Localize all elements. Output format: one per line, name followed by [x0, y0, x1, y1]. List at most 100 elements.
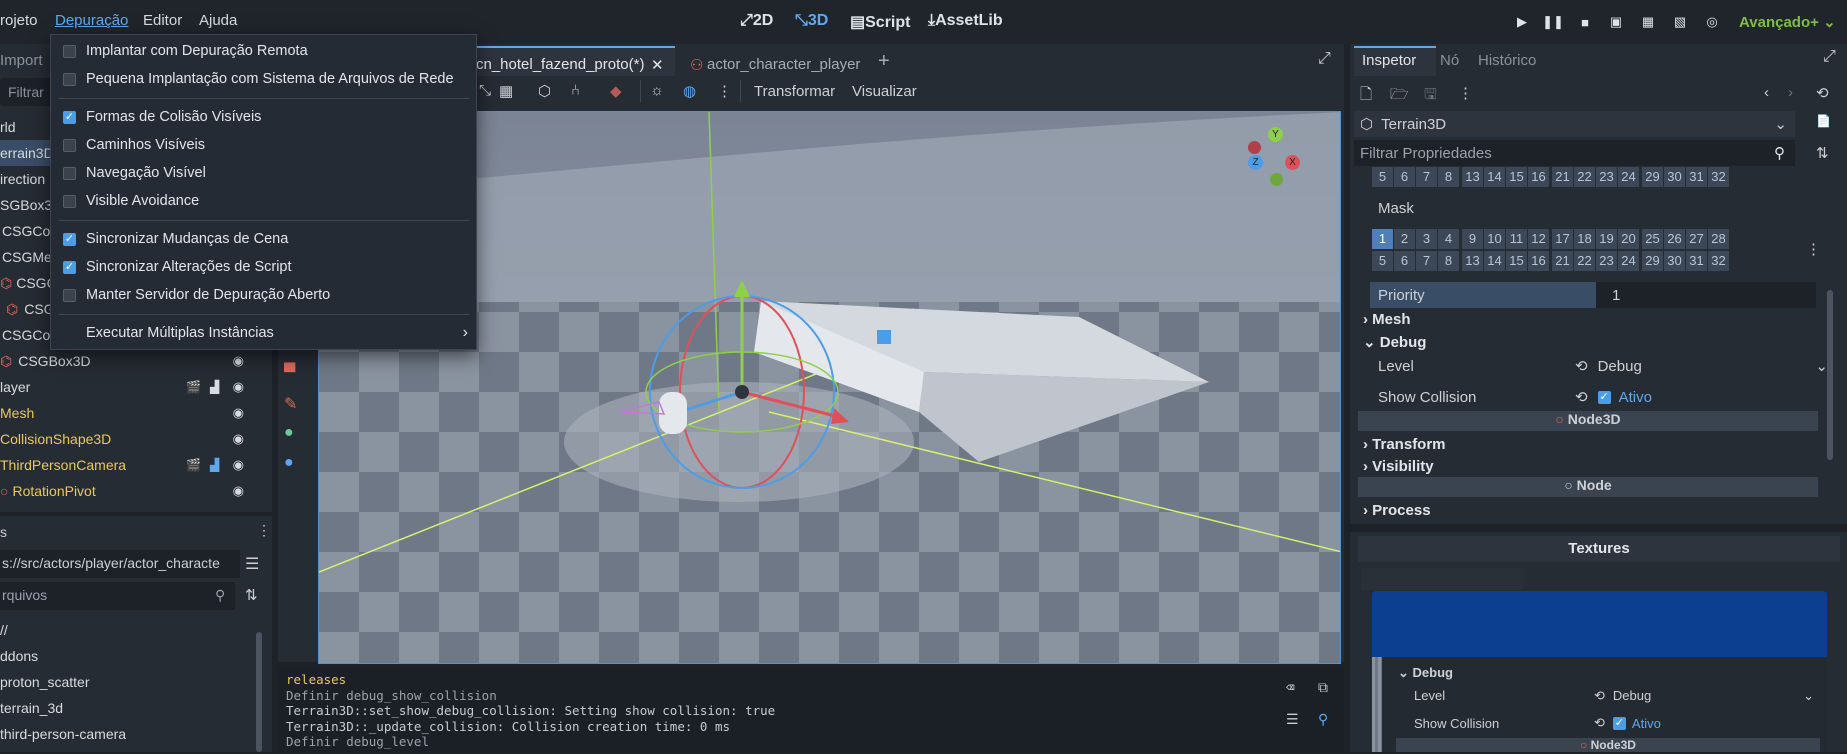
mask-grid-row-2[interactable]: 5 6 7 8 13 14 15 16 21 22 23 24 29 30 31 32: [1372, 251, 1730, 271]
history-icon[interactable]: ⟲: [1816, 84, 1829, 102]
visibility-eye-icon[interactable]: ◉: [233, 483, 244, 499]
more-icon[interactable]: ⋮: [1806, 240, 1821, 258]
filter-output-icon[interactable]: ☰: [1286, 712, 1299, 728]
play-icon[interactable]: ▶: [1510, 10, 1534, 34]
distraction-free-icon[interactable]: ⤢: [1318, 50, 1331, 68]
water-drop-icon[interactable]: ●: [284, 454, 310, 484]
play-custom-scene-icon[interactable]: ▧: [1668, 10, 1692, 34]
scene-instance-icon[interactable]: 🎬: [186, 458, 201, 472]
visibility-eye-icon[interactable]: ◉: [233, 405, 244, 421]
menu-item-sync-scene[interactable]: ✓ Sincronizar Mudanças de Cena: [63, 225, 468, 253]
section-debug[interactable]: ⌄ Debug: [1363, 333, 1426, 351]
scene-tab-2[interactable]: actor_character_player: [707, 56, 860, 73]
orientation-gizmo[interactable]: Y X Z: [1248, 127, 1304, 186]
gizmo-neg-x-icon[interactable]: [1248, 141, 1261, 154]
revert-icon[interactable]: ⟲: [1594, 688, 1605, 704]
transform-menu[interactable]: Transformar: [754, 83, 835, 100]
local-space-icon[interactable]: ⬡: [538, 82, 551, 100]
tab-node[interactable]: Nó: [1440, 52, 1459, 69]
remote-debug-icon[interactable]: ▣: [1604, 10, 1628, 34]
revert-icon[interactable]: ⟲: [1575, 357, 1588, 375]
stop-icon[interactable]: ■: [1573, 10, 1597, 34]
filesystem-filter-input[interactable]: rquivos ⚲: [0, 582, 235, 610]
texture-collision-checkbox[interactable]: ✓: [1612, 716, 1626, 730]
tab-history[interactable]: Histórico: [1478, 52, 1536, 69]
clear-output-icon[interactable]: ⌫: [1286, 680, 1294, 696]
scene-instance-icon[interactable]: 🎬: [186, 380, 201, 394]
movie-maker-icon[interactable]: ◎: [1700, 10, 1724, 34]
snap-icon[interactable]: ⤡: [479, 82, 491, 99]
property-settings-icon[interactable]: ⇅: [1816, 144, 1829, 162]
menu-item-network-fs[interactable]: Pequena Implantação com Sistema de Arqui…: [63, 65, 468, 93]
group-icon[interactable]: ⑃: [571, 82, 580, 99]
inspector-scrollbar[interactable]: [1827, 290, 1833, 460]
visibility-eye-icon[interactable]: ◉: [233, 353, 244, 369]
menu-debug[interactable]: Depuração: [55, 12, 128, 29]
level-select[interactable]: Debug: [1588, 358, 1642, 375]
section-process[interactable]: › Process: [1363, 502, 1431, 519]
menu-project[interactable]: rojeto: [0, 12, 38, 29]
pause-icon[interactable]: ❚❚: [1541, 10, 1565, 34]
forward-icon[interactable]: ›: [1788, 84, 1793, 101]
visibility-eye-icon[interactable]: ◉: [233, 379, 244, 395]
color-drop-icon[interactable]: ●: [284, 424, 310, 454]
script-icon[interactable]: ▟: [210, 458, 219, 472]
menu-item-collision-shapes[interactable]: ✓ Formas de Colisão Visíveis: [63, 103, 468, 131]
more-icon[interactable]: ⋮: [1458, 84, 1473, 102]
section-mesh[interactable]: › Mesh: [1363, 311, 1411, 328]
file-item-terrain-3d[interactable]: terrain_3d: [0, 695, 272, 721]
gizmo-x-icon[interactable]: X: [1285, 155, 1300, 170]
gizmo-z-icon[interactable]: Z: [1248, 155, 1263, 170]
menu-item-visible-navigation[interactable]: Navegação Visível: [63, 159, 468, 187]
scene-node-player[interactable]: layer 🎬 ▟ ◉: [0, 374, 272, 400]
section-transform[interactable]: › Transform: [1363, 436, 1446, 453]
menu-editor[interactable]: Editor: [143, 12, 182, 29]
open-folder-icon[interactable]: 🗁: [1390, 84, 1409, 109]
filesystem-path-field[interactable]: s://src/actors/player/actor_characte: [0, 550, 240, 578]
texture-section-debug[interactable]: ⌄ Debug: [1398, 665, 1453, 681]
import-tab[interactable]: Import: [0, 52, 43, 69]
workspace-2d-button[interactable]: ⤢2D: [740, 12, 773, 30]
scene-node-rotationpivot[interactable]: ○ RotationPivot ◉: [0, 478, 272, 504]
revert-icon[interactable]: ⟲: [1575, 388, 1588, 406]
file-item-addons[interactable]: ddons: [0, 643, 272, 669]
filesystem-scrollbar[interactable]: [256, 632, 262, 752]
doc-icon[interactable]: 📄: [1816, 114, 1831, 128]
node-selector[interactable]: ⬡ Terrain3D ⌄: [1354, 111, 1795, 137]
priority-field[interactable]: 1: [1596, 282, 1816, 308]
search-icon[interactable]: ⚲: [1318, 712, 1328, 728]
filter-properties-input[interactable]: Filtrar Propriedades ⚲: [1354, 140, 1795, 166]
sun-icon[interactable]: ☼: [650, 82, 664, 99]
menu-item-multiple-instances[interactable]: Executar Múltiplas Instâncias ›: [63, 319, 468, 347]
paint-height-icon[interactable]: ▀: [284, 364, 310, 394]
play-scene-icon[interactable]: ▦: [1636, 10, 1660, 34]
close-icon[interactable]: ✕: [651, 56, 664, 74]
dock-splitter[interactable]: [0, 512, 272, 516]
workspace-3d-button[interactable]: ⤡3D: [795, 12, 828, 30]
view-menu[interactable]: Visualizar: [852, 83, 917, 100]
copy-output-icon[interactable]: ⧉: [1318, 680, 1328, 696]
scene-node-mesh[interactable]: Mesh ◉: [0, 400, 272, 426]
scene-node-camera[interactable]: ThirdPersonCamera 🎬 ▟ ◉: [0, 452, 272, 478]
section-visibility[interactable]: › Visibility: [1363, 458, 1434, 475]
menu-item-visible-paths[interactable]: Caminhos Visíveis: [63, 131, 468, 159]
gizmo-neg-y-icon[interactable]: [1270, 173, 1283, 186]
filesystem-tab[interactable]: s: [0, 524, 7, 540]
mask-grid-row-1[interactable]: 1 2 3 4 9 10 11 12 17 18 19 20 25 26 27 28: [1372, 229, 1730, 249]
file-item-third-person-camera[interactable]: third-person-camera: [0, 721, 272, 747]
show-collision-checkbox[interactable]: ✓: [1597, 390, 1611, 404]
menu-item-visible-avoidance[interactable]: Visible Avoidance: [63, 187, 468, 215]
layer-grid-top[interactable]: 5 6 7 8 13 14 15 16 21 22 23 24 29 30 31 32: [1372, 167, 1730, 187]
script-icon[interactable]: ▟: [210, 380, 219, 394]
more-icon[interactable]: ⋮: [257, 522, 271, 539]
expand-icon[interactable]: ⤢: [1823, 48, 1836, 66]
spray-icon[interactable]: ✎: [284, 394, 310, 424]
more-options-icon[interactable]: ⋮: [717, 82, 732, 100]
new-resource-icon[interactable]: 🗋: [1360, 84, 1372, 109]
file-item-proton-scatter[interactable]: proton_scatter: [0, 669, 272, 695]
animation-icon[interactable]: ◆: [610, 82, 622, 100]
menu-item-remote-debug[interactable]: Implantar com Depuração Remota: [63, 37, 468, 65]
gizmo-y-icon[interactable]: Y: [1268, 127, 1283, 142]
scene-node-collisionshape[interactable]: CollisionShape3D ◉: [0, 426, 272, 452]
menu-item-sync-script[interactable]: ✓ Sincronizar Alterações de Script: [63, 253, 468, 281]
